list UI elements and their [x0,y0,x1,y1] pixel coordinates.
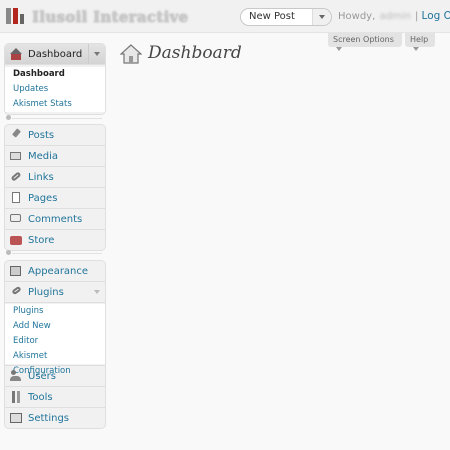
menu-label-users: Users [28,370,57,382]
menu-item-plugins[interactable]: Plugins [5,282,105,303]
users-icon [10,370,22,382]
home-icon [120,44,142,64]
submenu-item-akismet-configuration[interactable]: Akismet Configuration [5,349,105,376]
chevron-down-icon [94,290,100,294]
submenu-toggle[interactable] [88,44,105,64]
chevron-down-icon [336,46,342,51]
menu-label-pages: Pages [28,192,58,204]
pages-icon [10,192,22,204]
favorite-actions-dropdown[interactable]: New Post [240,8,332,26]
menu-item-pages[interactable]: Pages [5,188,105,209]
submenu-item-add-new[interactable]: Add New [5,319,105,334]
store-icon [10,234,22,246]
submenu-item-dashboard[interactable]: Dashboard [5,67,105,82]
plugins-submenu: Plugins Add New Editor Akismet Configura… [5,304,105,376]
menu-item-dashboard[interactable]: Dashboard [5,44,105,65]
user-info: Howdy, admin | Log Out [338,10,450,22]
menu-separator[interactable] [4,250,104,256]
menu-item-posts[interactable]: Posts [5,125,105,146]
menu-label-posts: Posts [28,129,55,141]
menu-label-settings: Settings [28,412,70,424]
screen-options-label: Screen Options [333,35,394,44]
dashboard-submenu: Dashboard Updates Akismet Stats [5,67,105,112]
menu-label-comments: Comments [28,213,83,225]
menu-separator[interactable] [4,115,104,121]
logout-link[interactable]: Log Out [422,10,450,22]
menu-item-users[interactable]: Users [5,365,105,387]
page-title: Dashboard [148,43,242,63]
menu-label-tools: Tools [28,391,53,403]
user-name-link[interactable]: admin [379,11,410,22]
help-button[interactable]: Help [405,33,435,51]
screen-options-button[interactable]: Screen Options [328,33,402,51]
menu-label-media: Media [28,150,59,162]
link-icon [10,171,22,183]
submenu-item-plugins[interactable]: Plugins [5,304,105,319]
appearance-icon [10,265,22,277]
submenu-item-akismet-stats[interactable]: Akismet Stats [5,97,105,112]
chevron-down-icon [319,15,325,19]
media-icon [10,150,22,162]
menu-label-store: Store [28,234,55,246]
menu-item-links[interactable]: Links [5,167,105,188]
menu-item-media[interactable]: Media [5,146,105,167]
site-logo[interactable] [6,6,24,26]
help-label: Help [410,35,429,44]
menu-label-dashboard: Dashboard [28,48,83,60]
menu-item-appearance[interactable]: Appearance [5,261,105,282]
menu-item-settings[interactable]: Settings [5,408,105,428]
submenu-toggle[interactable] [89,282,105,302]
menu-label-plugins: Plugins [28,286,64,298]
site-title[interactable]: Ilusoil Interactive [32,8,188,26]
submenu-item-editor[interactable]: Editor [5,334,105,349]
pushpin-icon [10,129,22,141]
submenu-item-updates[interactable]: Updates [5,82,105,97]
howdy-text: Howdy, [338,11,376,22]
tools-icon [10,391,22,403]
menu-label-appearance: Appearance [28,265,89,277]
menu-item-comments[interactable]: Comments [5,209,105,230]
favorite-toggle[interactable] [312,9,331,25]
menu-item-tools[interactable]: Tools [5,387,105,408]
admin-header: Ilusoil Interactive New Post Howdy, admi… [0,0,450,33]
menu-admin-block: Appearance Plugins Plugins Add New Edito… [4,260,106,429]
chevron-down-icon [94,52,100,56]
comment-icon [10,213,22,225]
settings-icon [10,412,22,424]
user-info-separator: | [414,11,419,22]
menu-content-block: Posts Media Links Pages Comments Store [4,124,106,251]
dashboard-icon [10,48,22,60]
menu-item-store[interactable]: Store [5,230,105,250]
favorite-action-label[interactable]: New Post [249,11,295,22]
menu-label-links: Links [28,171,54,183]
menu-dashboard-block: Dashboard Dashboard Updates Akismet Stat… [4,43,106,115]
chevron-down-icon [413,46,419,51]
plugin-icon [10,286,22,298]
